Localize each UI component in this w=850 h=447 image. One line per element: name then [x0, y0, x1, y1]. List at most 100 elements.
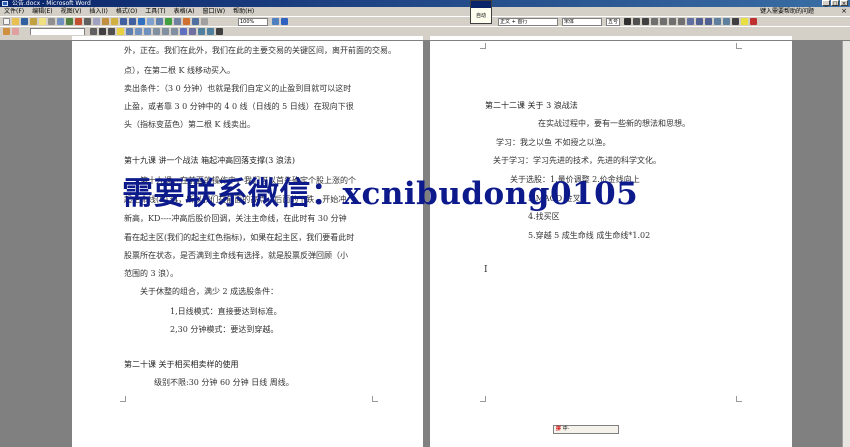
- menu-file[interactable]: 文件(F): [4, 7, 24, 16]
- print-preview-icon[interactable]: [57, 18, 64, 25]
- hyperlink-icon[interactable]: [138, 18, 145, 25]
- sort-ascending-icon[interactable]: [198, 28, 205, 35]
- help-icon[interactable]: [281, 18, 288, 25]
- paste-icon[interactable]: [102, 18, 109, 25]
- undo-icon[interactable]: [120, 18, 127, 25]
- eraser-icon[interactable]: [12, 28, 19, 35]
- drawing-icon[interactable]: [183, 18, 190, 25]
- border-icon[interactable]: [732, 18, 739, 25]
- font-select[interactable]: 宋体: [562, 18, 602, 26]
- standard-toolbar-buttons: [3, 18, 208, 26]
- font-size-select[interactable]: 五号: [606, 18, 620, 26]
- menu-view[interactable]: 视图(V): [61, 7, 82, 16]
- increase-indent-icon[interactable]: [723, 18, 730, 25]
- close-button[interactable]: ×: [840, 0, 848, 7]
- ime-mode-label: 中·: [562, 426, 570, 432]
- line-spacing-icon[interactable]: [687, 18, 694, 25]
- help-search-box[interactable]: 键入需要帮助的问题: [760, 7, 814, 16]
- document-page-right[interactable]: 第二十二课 关于 3 浪战法 在实战过程中，要有一些新的想法和思想。 学习：我之…: [430, 41, 792, 447]
- lesson-heading: 第二十课 关于相买相卖样的使用: [124, 360, 239, 369]
- zoom-select[interactable]: 100%: [238, 18, 268, 26]
- new-document-icon[interactable]: [3, 18, 10, 25]
- show-hide-icon[interactable]: [201, 18, 208, 25]
- align-cell-icon[interactable]: [153, 28, 160, 35]
- body-text-line: 级别不限:30 分钟 60 分钟 日线 周线。: [154, 378, 294, 387]
- ime-language-bar[interactable]: 拼 中·: [553, 425, 619, 434]
- insert-table-2-icon[interactable]: [126, 28, 133, 35]
- body-text-line: 外，正在。我们在此外，我们在此的主要交易的关键区间，离开前面的交易。: [124, 46, 396, 55]
- columns-icon[interactable]: [174, 18, 181, 25]
- minimize-button[interactable]: _: [822, 0, 830, 7]
- open-icon[interactable]: [12, 18, 19, 25]
- vertical-scrollbar[interactable]: [842, 41, 850, 447]
- align-left-icon[interactable]: [651, 18, 658, 25]
- underline-icon[interactable]: [642, 18, 649, 25]
- research-icon[interactable]: [75, 18, 82, 25]
- body-text-line: 头（指标变蓝色）第二根 K 线卖出。: [124, 120, 256, 129]
- bold-icon[interactable]: [624, 18, 631, 25]
- insert-table-icon[interactable]: [156, 18, 163, 25]
- sort-descending-icon[interactable]: [207, 28, 214, 35]
- text-cursor: I: [484, 265, 488, 275]
- floating-toolbar-titlebar[interactable]: [471, 1, 491, 8]
- watermark-text: 需要联系微信：xcnibudong0105: [122, 176, 639, 212]
- highlight-icon[interactable]: [741, 18, 748, 25]
- permission-icon[interactable]: [30, 18, 37, 25]
- menu-format[interactable]: 格式(O): [116, 7, 137, 16]
- save-icon[interactable]: [21, 18, 28, 25]
- read-mode-icon[interactable]: [272, 18, 279, 25]
- page-margin-corner: [736, 43, 742, 49]
- line-weight-icon[interactable]: [90, 28, 97, 35]
- draw-table-icon[interactable]: [3, 28, 10, 35]
- menu-table[interactable]: 表格(A): [174, 7, 195, 16]
- shading-icon[interactable]: [117, 28, 124, 35]
- body-text-line: 范围的 3 浪）。: [124, 269, 179, 278]
- copy-icon[interactable]: [93, 18, 100, 25]
- redo-icon[interactable]: [129, 18, 136, 25]
- menu-edit[interactable]: 编辑(E): [32, 7, 52, 16]
- text-direction-icon[interactable]: [189, 28, 196, 35]
- border-color-icon[interactable]: [99, 28, 106, 35]
- page-margin-corner: [120, 396, 126, 402]
- justify-icon[interactable]: [678, 18, 685, 25]
- insert-excel-icon[interactable]: [165, 18, 172, 25]
- maximize-button[interactable]: □: [831, 0, 839, 7]
- ruler-left-page-band: [72, 36, 423, 40]
- menu-help[interactable]: 帮助(H): [233, 7, 254, 16]
- menu-insert[interactable]: 插入(I): [89, 7, 107, 16]
- autosum-icon[interactable]: [216, 28, 223, 35]
- email-icon[interactable]: [39, 18, 46, 25]
- merge-cells-icon[interactable]: [135, 28, 142, 35]
- format-painter-icon[interactable]: [111, 18, 118, 25]
- page-margin-corner: [480, 396, 486, 402]
- window-title: 公告.docx - Microsoft Word: [12, 0, 91, 7]
- align-center-icon[interactable]: [660, 18, 667, 25]
- menu-window[interactable]: 窗口(W): [202, 7, 225, 16]
- floating-toolbar[interactable]: 自动: [470, 0, 492, 24]
- ime-logo-icon: 拼: [556, 426, 562, 432]
- numbering-icon[interactable]: [696, 18, 703, 25]
- word-app-icon: [2, 1, 8, 6]
- autoformat-icon[interactable]: [180, 28, 187, 35]
- document-map-icon[interactable]: [192, 18, 199, 25]
- outside-border-icon[interactable]: [108, 28, 115, 35]
- menu-tools[interactable]: 工具(T): [145, 7, 165, 16]
- font-color-icon[interactable]: [750, 18, 757, 25]
- distribute-columns-icon[interactable]: [171, 28, 178, 35]
- spelling-icon[interactable]: [66, 18, 73, 25]
- close-document-icon[interactable]: ×: [841, 7, 847, 16]
- page-margin-corner: [736, 396, 742, 402]
- tables-borders-icon[interactable]: [147, 18, 154, 25]
- align-right-icon[interactable]: [669, 18, 676, 25]
- distribute-rows-icon[interactable]: [162, 28, 169, 35]
- italic-icon[interactable]: [633, 18, 640, 25]
- split-cells-icon[interactable]: [144, 28, 151, 35]
- style-select[interactable]: 正文 + 首行: [498, 18, 558, 26]
- print-icon[interactable]: [48, 18, 55, 25]
- standard-toolbar: 100% 正文 + 首行 宋体 五号: [0, 16, 850, 26]
- document-page-left[interactable]: 外，正在。我们在此外，我们在此的主要交易的关键区间，离开前面的交易。 点），在第…: [72, 41, 423, 447]
- cut-icon[interactable]: [84, 18, 91, 25]
- ruler-right-page-band: [430, 36, 792, 40]
- decrease-indent-icon[interactable]: [714, 18, 721, 25]
- bullets-icon[interactable]: [705, 18, 712, 25]
